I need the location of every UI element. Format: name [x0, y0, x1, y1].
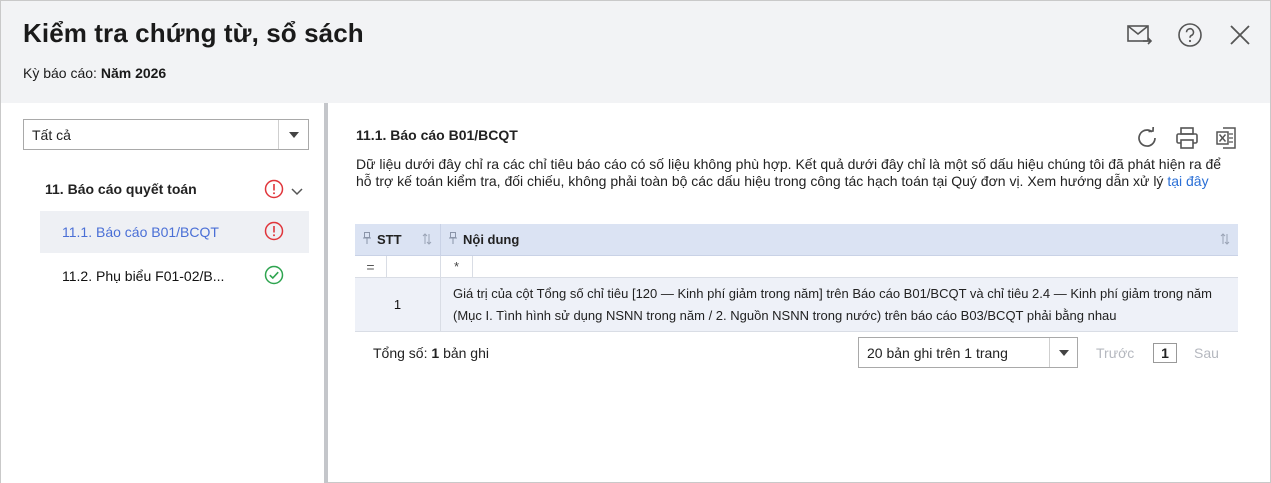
detail-panel: 11.1. Báo cáo B01/BCQT Dữ liệu dưới đây … [328, 103, 1270, 483]
sort-icon[interactable] [422, 233, 432, 248]
page-size-value: 20 bản ghi trên 1 trang [867, 345, 1008, 361]
send-mail-icon[interactable] [1126, 21, 1154, 49]
tree-item-f01-02[interactable]: 11.2. Phụ biểu F01-02/B... [40, 255, 309, 297]
print-icon[interactable] [1174, 125, 1200, 151]
chevron-down-icon[interactable] [278, 120, 308, 149]
tree-group-label: 11. Báo cáo quyết toán [45, 181, 197, 197]
column-header-label: STT [377, 232, 402, 247]
column-header-stt[interactable]: STT [355, 224, 441, 255]
total-count: 1 [431, 345, 440, 361]
result-grid: STT Nội dung = * 1 Giá trị của cột Tổng … [355, 224, 1238, 332]
description-text: Dữ liệu dưới đây chỉ ra các chỉ tiêu báo… [356, 156, 1222, 189]
section-toolbar [1134, 125, 1240, 151]
page-size-select[interactable]: 20 bản ghi trên 1 trang [858, 337, 1078, 368]
excel-export-icon[interactable] [1214, 125, 1240, 151]
refresh-icon[interactable] [1134, 125, 1160, 151]
tree-group-settlement-report[interactable]: 11. Báo cáo quyết toán [45, 179, 309, 203]
warning-icon [264, 221, 284, 246]
tree-item-b01-bcqt[interactable]: 11.1. Báo cáo B01/BCQT [40, 211, 309, 253]
period-label: Kỳ báo cáo: [23, 65, 97, 81]
total-label: Tổng số: [373, 345, 428, 361]
chevron-down-icon[interactable] [291, 183, 303, 201]
pin-icon[interactable] [449, 232, 457, 247]
report-period: Kỳ báo cáo: Năm 2026 [23, 65, 166, 81]
help-icon[interactable] [1176, 21, 1204, 49]
sort-icon[interactable] [1220, 233, 1230, 248]
close-icon[interactable] [1226, 21, 1254, 49]
filter-operator-content[interactable]: * [441, 256, 473, 277]
prev-page-button[interactable]: Trước [1096, 345, 1134, 361]
dialog-title: Kiểm tra chứng từ, sổ sách [23, 18, 364, 48]
header-actions [1126, 21, 1254, 49]
check-documents-dialog: Kiểm tra chứng từ, sổ sách Kỳ báo cáo: N… [0, 0, 1271, 483]
left-panel: Tất cả 11. Báo cáo quyết toán 11.1. Báo … [1, 103, 324, 483]
current-page[interactable]: 1 [1153, 343, 1177, 363]
table-row[interactable]: 1 Giá trị của cột Tổng số chỉ tiêu [120 … [355, 278, 1238, 332]
total-records: Tổng số: 1 bản ghi [373, 345, 489, 361]
grid-header: STT Nội dung [355, 224, 1238, 256]
next-page-button[interactable]: Sau [1194, 345, 1219, 361]
check-circle-icon [264, 265, 284, 290]
filter-operator-stt[interactable]: = [355, 256, 387, 277]
filter-select[interactable]: Tất cả [23, 119, 309, 150]
grid-filter-row: = * [355, 256, 1238, 278]
tree-item-label: 11.1. Báo cáo B01/BCQT [62, 224, 219, 240]
warning-icon [264, 179, 284, 204]
period-value: Năm 2026 [100, 65, 167, 81]
pin-icon[interactable] [363, 232, 371, 247]
section-title: 11.1. Báo cáo B01/BCQT [356, 127, 518, 143]
filter-select-value: Tất cả [32, 127, 71, 143]
guide-link[interactable]: tại đây [1167, 173, 1208, 189]
section-description: Dữ liệu dưới đây chỉ ra các chỉ tiêu báo… [356, 156, 1236, 190]
chevron-down-icon[interactable] [1049, 338, 1077, 367]
row-stt: 1 [355, 278, 441, 331]
total-unit: bản ghi [443, 345, 489, 361]
filter-input-stt[interactable] [387, 256, 441, 277]
column-header-label: Nội dung [463, 232, 520, 247]
row-content: Giá trị của cột Tổng số chỉ tiêu [120 — … [453, 286, 1212, 323]
pagination: Tổng số: 1 bản ghi 20 bản ghi trên 1 tra… [355, 337, 1238, 369]
tree-item-label: 11.2. Phụ biểu F01-02/B... [62, 268, 225, 284]
column-header-content[interactable]: Nội dung [441, 224, 1238, 255]
dialog-header: Kiểm tra chứng từ, sổ sách Kỳ báo cáo: N… [1, 1, 1270, 103]
